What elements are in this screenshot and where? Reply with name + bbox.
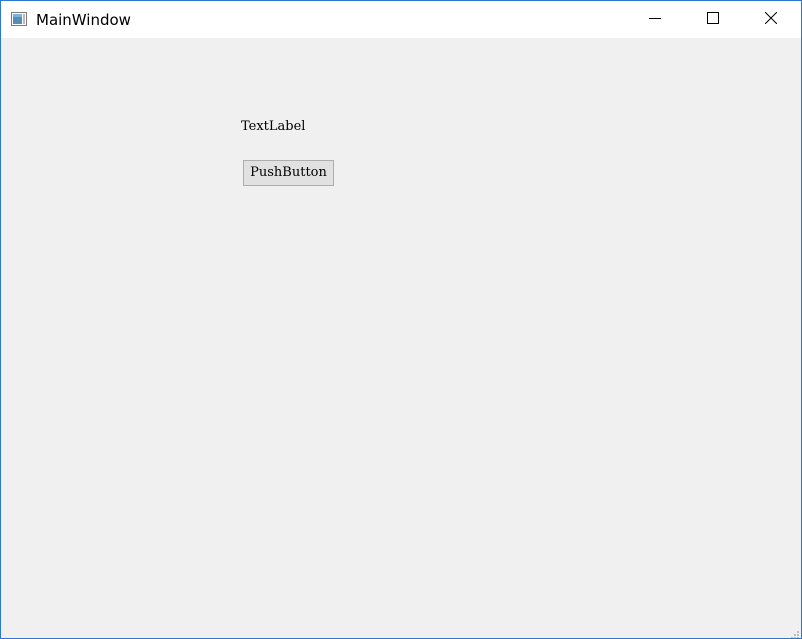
close-icon (764, 11, 778, 29)
push-button[interactable]: PushButton (243, 160, 334, 186)
minimize-icon (649, 11, 661, 29)
central-widget: TextLabel PushButton (1, 38, 801, 638)
text-label: TextLabel (241, 119, 306, 134)
window-title: MainWindow (36, 11, 131, 29)
minimize-button[interactable] (626, 1, 684, 38)
close-button[interactable] (742, 1, 800, 38)
main-window: MainWindow TextLabel PushButton (0, 0, 802, 639)
title-bar[interactable]: MainWindow (1, 1, 801, 38)
maximize-button[interactable] (684, 1, 742, 38)
size-grip-icon[interactable] (789, 626, 799, 638)
app-window-icon (11, 12, 27, 26)
maximize-icon (707, 11, 719, 29)
